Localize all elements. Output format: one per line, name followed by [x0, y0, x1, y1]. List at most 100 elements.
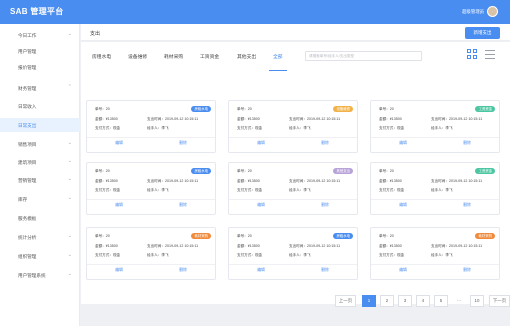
sidebar-item-today-work[interactable]: 今日工作 ⌄ [0, 28, 80, 42]
category-badge: 房租水电 [191, 168, 211, 174]
sidebar-item-organization[interactable]: 组织管理 ⌄ [0, 249, 80, 263]
sidebar-item-label: 建筑项目 [18, 159, 37, 165]
chevron-down-icon: ⌄ [67, 176, 72, 182]
category-badge: 工资资金 [475, 106, 495, 112]
category-badge: 房租水电 [191, 106, 211, 112]
delete-button[interactable]: 删除 [435, 141, 499, 146]
sidebar-item-statistics[interactable]: 统计分析 ⌄ [0, 230, 80, 244]
sidebar-item-marketing[interactable]: 营销管理 ⌄ [0, 173, 80, 187]
category-badge: 耗材采购 [475, 233, 495, 239]
edit-button[interactable]: 编辑 [87, 141, 151, 146]
delete-button[interactable]: 删除 [435, 203, 499, 208]
category-badge: 耗材采购 [191, 233, 211, 239]
sidebar-item-service-templates[interactable]: 服务模板 [0, 211, 80, 225]
chevron-down-icon: ⌄ [67, 195, 72, 201]
sidebar-item-daily-income[interactable]: 日常收入 [0, 99, 80, 113]
delete-button[interactable]: 删除 [435, 268, 499, 273]
expense-card: 单号：20 耗材采购 金额：¥13500 支出时间：2019-09-12 10:… [370, 227, 500, 280]
sidebar-item-label: 用户管理系统 [18, 272, 46, 278]
sidebar-item-daily-expense[interactable]: 日常支出 [0, 118, 80, 132]
edit-button[interactable]: 编辑 [229, 141, 293, 146]
sidebar-item-label: 日常支出 [18, 122, 37, 128]
edit-button[interactable]: 编辑 [87, 203, 151, 208]
page-title: 支出 [90, 31, 101, 37]
sidebar-item-label: 用户管理 [18, 48, 37, 54]
sidebar-item-sales-projects[interactable]: 销售项目 ⌄ [0, 137, 80, 151]
expense-card: 单号：20 设备维修 金额：¥13500 支出时间：2019-09-12 10:… [228, 100, 358, 153]
expense-card: 单号：20 其他支出 金额：¥13500 支出时间：2019-09-12 10:… [228, 162, 358, 215]
filter-bar: 房租水电 设备维修 耗材采购 工资资金 其他支出 全部 请搜索单号/经手人/支出… [81, 42, 510, 72]
sidebar-item-label: 报价管理 [18, 64, 37, 70]
search-input[interactable]: 请搜索单号/经手人/支出类型 [305, 51, 422, 61]
page-button-2[interactable]: 2 [380, 295, 394, 307]
expense-card: 单号：20 工资资金 金额：¥13500 支出时间：2019-09-12 10:… [370, 100, 500, 153]
user-name[interactable]: 超级管理员 [462, 9, 484, 15]
active-tab-indicator [269, 70, 287, 71]
sidebar-item-label: 营销管理 [18, 177, 37, 183]
page-button-3[interactable]: 3 [398, 295, 412, 307]
delete-button[interactable]: 删除 [151, 141, 215, 146]
sidebar-item-user-system[interactable]: 用户管理系统 ⌄ [0, 268, 80, 282]
category-badge: 房租水电 [333, 233, 353, 239]
expense-card-grid: 单号：20 房租水电 金额：¥13500 支出时间：2019-09-12 10:… [81, 72, 510, 304]
grid-view-icon[interactable] [467, 49, 477, 59]
page-button-4[interactable]: 4 [416, 295, 430, 307]
sidebar-item-construction-projects[interactable]: 建筑项目 ⌄ [0, 155, 80, 169]
sidebar: 今日工作 ⌄ 用户管理 报价管理 财务管理 ⌃ 日常收入 日常支出 销售项目 ⌄ 建筑… [0, 24, 80, 326]
search-placeholder: 请搜索单号/经手人/支出类型 [309, 54, 355, 58]
delete-button[interactable]: 删除 [293, 141, 357, 146]
chevron-up-icon: ⌃ [67, 84, 72, 90]
chevron-down-icon: ⌄ [67, 271, 72, 277]
edit-button[interactable]: 编辑 [87, 268, 151, 273]
sidebar-item-inventory[interactable]: 库存 ⌄ [0, 192, 80, 206]
edit-button[interactable]: 编辑 [229, 203, 293, 208]
app-title: SAB 管理平台 [10, 7, 64, 16]
expense-card: 单号：20 耗材采购 金额：¥13500 支出时间：2019-09-12 10:… [86, 227, 216, 280]
edit-button[interactable]: 编辑 [229, 268, 293, 273]
chevron-down-icon: ⌄ [67, 252, 72, 258]
tab-all[interactable]: 全部 [273, 53, 283, 60]
sidebar-item-label: 日常收入 [18, 103, 37, 109]
sidebar-item-users[interactable]: 用户管理 [0, 44, 80, 58]
delete-button[interactable]: 删除 [151, 203, 215, 208]
sidebar-item-finance[interactable]: 财务管理 ⌃ [0, 81, 80, 95]
sidebar-item-label: 服务模板 [18, 215, 37, 221]
sidebar-item-quotes[interactable]: 报价管理 [0, 60, 80, 74]
tab-salary[interactable]: 工资资金 [200, 53, 219, 60]
delete-button[interactable]: 删除 [293, 268, 357, 273]
tab-consumables[interactable]: 耗材采购 [164, 53, 183, 60]
page-button-5[interactable]: 5 [434, 295, 448, 307]
sidebar-item-label: 库存 [18, 196, 28, 202]
chevron-down-icon: ⌄ [67, 158, 72, 164]
edit-button[interactable]: 编辑 [371, 203, 435, 208]
chevron-down-icon: ⌄ [67, 31, 72, 37]
avatar[interactable] [487, 6, 498, 17]
expense-card: 单号：20 房租水电 金额：¥13500 支出时间：2019-09-12 10:… [86, 162, 216, 215]
delete-button[interactable]: 删除 [151, 268, 215, 273]
category-badge: 工资资金 [475, 168, 495, 174]
page-button-1[interactable]: 1 [362, 295, 376, 307]
edit-button[interactable]: 编辑 [371, 141, 435, 146]
edit-button[interactable]: 编辑 [371, 268, 435, 273]
add-expense-button[interactable]: 新增支出 [465, 27, 500, 39]
sidebar-item-label: 财务管理 [18, 85, 37, 91]
tab-rent-utilities[interactable]: 房租水电 [92, 53, 111, 60]
prev-page-button[interactable]: 上一页 [335, 295, 356, 307]
list-view-icon[interactable] [485, 50, 495, 60]
sidebar-item-label: 销售项目 [18, 141, 37, 147]
chevron-down-icon: ⌄ [67, 233, 72, 239]
chevron-down-icon: ⌄ [67, 140, 72, 146]
tab-other-expense[interactable]: 其他支出 [237, 53, 256, 60]
main-content: 支出 新增支出 房租水电 设备维修 耗材采购 工资资金 其他支出 全部 请搜索单… [81, 24, 510, 326]
sidebar-item-label: 统计分析 [18, 234, 37, 240]
expense-card: 单号：20 工资资金 金额：¥13500 支出时间：2019-09-12 10:… [370, 162, 500, 215]
category-badge: 其他支出 [333, 168, 353, 174]
page-header: 支出 新增支出 [81, 24, 510, 41]
expense-card: 单号：20 房租水电 金额：¥13500 支出时间：2019-09-12 10:… [86, 100, 216, 153]
page-button-10[interactable]: 10 [470, 295, 484, 307]
category-badge: 设备维修 [333, 106, 353, 112]
sidebar-item-label: 今日工作 [18, 32, 37, 38]
tab-equipment-repair[interactable]: 设备维修 [128, 53, 147, 60]
delete-button[interactable]: 删除 [293, 203, 357, 208]
next-page-button[interactable]: 下一页 [489, 295, 510, 307]
